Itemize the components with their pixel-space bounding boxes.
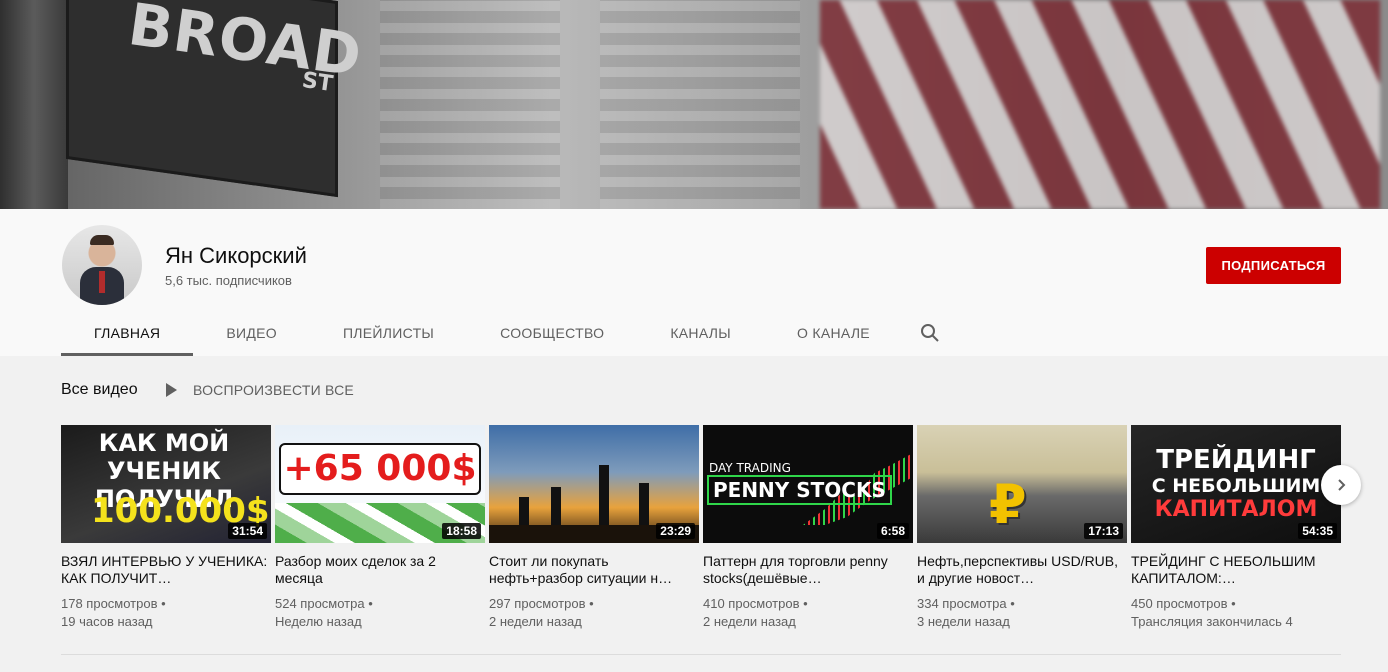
banner-sign-suffix: ST xyxy=(300,67,335,98)
thumbnail-text: ТРЕЙДИНГ xyxy=(1156,445,1316,475)
tab-about[interactable]: О КАНАЛЕ xyxy=(764,309,903,356)
search-icon[interactable] xyxy=(918,321,942,345)
video-age: 2 недели назад xyxy=(703,614,796,629)
thumbnail-text: PENNY STOCKS xyxy=(707,475,892,505)
banner-flag xyxy=(820,0,1380,209)
tab-community[interactable]: СООБЩЕСТВО xyxy=(467,309,637,356)
thumbnail-oil-rig xyxy=(551,487,561,527)
video-card[interactable]: DAY TRADING PENNY STOCKS 6:58 Паттерн дл… xyxy=(703,425,913,631)
avatar-tie xyxy=(99,271,105,293)
section-title[interactable]: Все видео xyxy=(61,381,138,399)
section-divider xyxy=(61,654,1341,655)
thumbnail-text: ₽ xyxy=(989,473,1027,536)
video-shelf: КАК МОЙ УЧЕНИК ПОЛУЧИЛ 100.000$ 31:54 ВЗ… xyxy=(61,425,1341,635)
video-card[interactable]: КАК МОЙ УЧЕНИК ПОЛУЧИЛ 100.000$ 31:54 ВЗ… xyxy=(61,425,271,631)
play-all-button[interactable]: ВОСПРОИЗВЕСТИ ВСЕ xyxy=(166,382,354,398)
thumbnail-oil-rig xyxy=(599,465,609,527)
play-all-label: ВОСПРОИЗВЕСТИ ВСЕ xyxy=(193,382,354,398)
video-thumbnail[interactable]: 23:29 xyxy=(489,425,699,543)
subscriber-count: 5,6 тыс. подписчиков xyxy=(165,273,292,288)
shelf-next-button[interactable] xyxy=(1321,465,1361,505)
video-age: Неделю назад xyxy=(275,614,362,629)
avatar-hair xyxy=(90,235,114,245)
video-title[interactable]: ТРЕЙДИНГ С НЕБОЛЬШИМ КАПИТАЛОМ:… xyxy=(1131,553,1341,587)
tab-channels[interactable]: КАНАЛЫ xyxy=(637,309,764,356)
play-icon xyxy=(166,383,177,397)
video-age: 19 часов назад xyxy=(61,614,153,629)
video-views: 450 просмотров • xyxy=(1131,596,1236,611)
duration-badge: 23:29 xyxy=(656,523,695,539)
duration-badge: 54:35 xyxy=(1298,523,1337,539)
duration-badge: 6:58 xyxy=(876,523,909,539)
banner-pole xyxy=(0,0,68,209)
video-title[interactable]: Нефть,перспективы USD/RUB, и другие ново… xyxy=(917,553,1127,587)
video-thumbnail[interactable]: ₽ 17:13 xyxy=(917,425,1127,543)
banner-building xyxy=(600,0,800,209)
video-views: 410 просмотров • xyxy=(703,596,808,611)
channel-banner: BROAD ST xyxy=(0,0,1388,209)
thumbnail-oil-rig xyxy=(639,483,649,527)
tab-videos[interactable]: ВИДЕО xyxy=(193,309,310,356)
video-views: 297 просмотров • xyxy=(489,596,594,611)
duration-badge: 18:58 xyxy=(442,523,481,539)
channel-name: Ян Сикорский xyxy=(165,243,307,268)
video-thumbnail[interactable]: КАК МОЙ УЧЕНИК ПОЛУЧИЛ 100.000$ 31:54 xyxy=(61,425,271,543)
video-card[interactable]: ТРЕЙДИНГ С НЕБОЛЬШИМ КАПИТАЛОМ 54:35 ТРЕ… xyxy=(1131,425,1341,631)
video-thumbnail[interactable]: DAY TRADING PENNY STOCKS 6:58 xyxy=(703,425,913,543)
tab-playlists[interactable]: ПЛЕЙЛИСТЫ xyxy=(310,309,467,356)
duration-badge: 17:13 xyxy=(1084,523,1123,539)
channel-header: Ян Сикорский 5,6 тыс. подписчиков ПОДПИС… xyxy=(0,209,1388,356)
video-views: 178 просмотров • xyxy=(61,596,166,611)
video-card[interactable]: 23:29 Стоит ли покупать нефть+разбор сит… xyxy=(489,425,699,631)
video-views: 334 просмотра • xyxy=(917,596,1015,611)
video-card[interactable]: +65 000$ 18:58 Разбор моих сделок за 2 м… xyxy=(275,425,485,631)
video-card[interactable]: ₽ 17:13 Нефть,перспективы USD/RUB, и дру… xyxy=(917,425,1127,631)
video-title[interactable]: Паттерн для торговли penny stocks(дешёвы… xyxy=(703,553,913,587)
video-thumbnail[interactable]: ТРЕЙДИНГ С НЕБОЛЬШИМ КАПИТАЛОМ 54:35 xyxy=(1131,425,1341,543)
video-age: 2 недели назад xyxy=(489,614,582,629)
video-thumbnail[interactable]: +65 000$ 18:58 xyxy=(275,425,485,543)
tab-home[interactable]: ГЛАВНАЯ xyxy=(61,309,194,356)
thumbnail-oil-rig xyxy=(519,497,529,527)
video-title[interactable]: Стоит ли покупать нефть+разбор ситуации … xyxy=(489,553,699,587)
thumbnail-text: С НЕБОЛЬШИМ xyxy=(1151,475,1321,497)
subscribe-button[interactable]: ПОДПИСАТЬСЯ xyxy=(1206,247,1341,284)
video-title[interactable]: ВЗЯЛ ИНТЕРВЬЮ У УЧЕНИКА: КАК ПОЛУЧИТ… xyxy=(61,553,271,587)
channel-tabs: ГЛАВНАЯ ВИДЕО ПЛЕЙЛИСТЫ СООБЩЕСТВО КАНАЛ… xyxy=(61,309,939,356)
video-age: Трансляция закончилась 4 xyxy=(1131,614,1293,629)
thumbnail-text: КАПИТАЛОМ xyxy=(1154,497,1318,522)
video-title[interactable]: Разбор моих сделок за 2 месяца xyxy=(275,553,485,587)
thumbnail-text: +65 000$ xyxy=(279,443,481,495)
thumbnail-text: DAY TRADING xyxy=(709,461,791,475)
banner-building xyxy=(380,0,560,209)
chevron-right-icon xyxy=(1338,479,1346,491)
video-age: 3 недели назад xyxy=(917,614,1010,629)
video-views: 524 просмотра • xyxy=(275,596,373,611)
channel-avatar[interactable] xyxy=(62,225,142,305)
duration-badge: 31:54 xyxy=(228,523,267,539)
